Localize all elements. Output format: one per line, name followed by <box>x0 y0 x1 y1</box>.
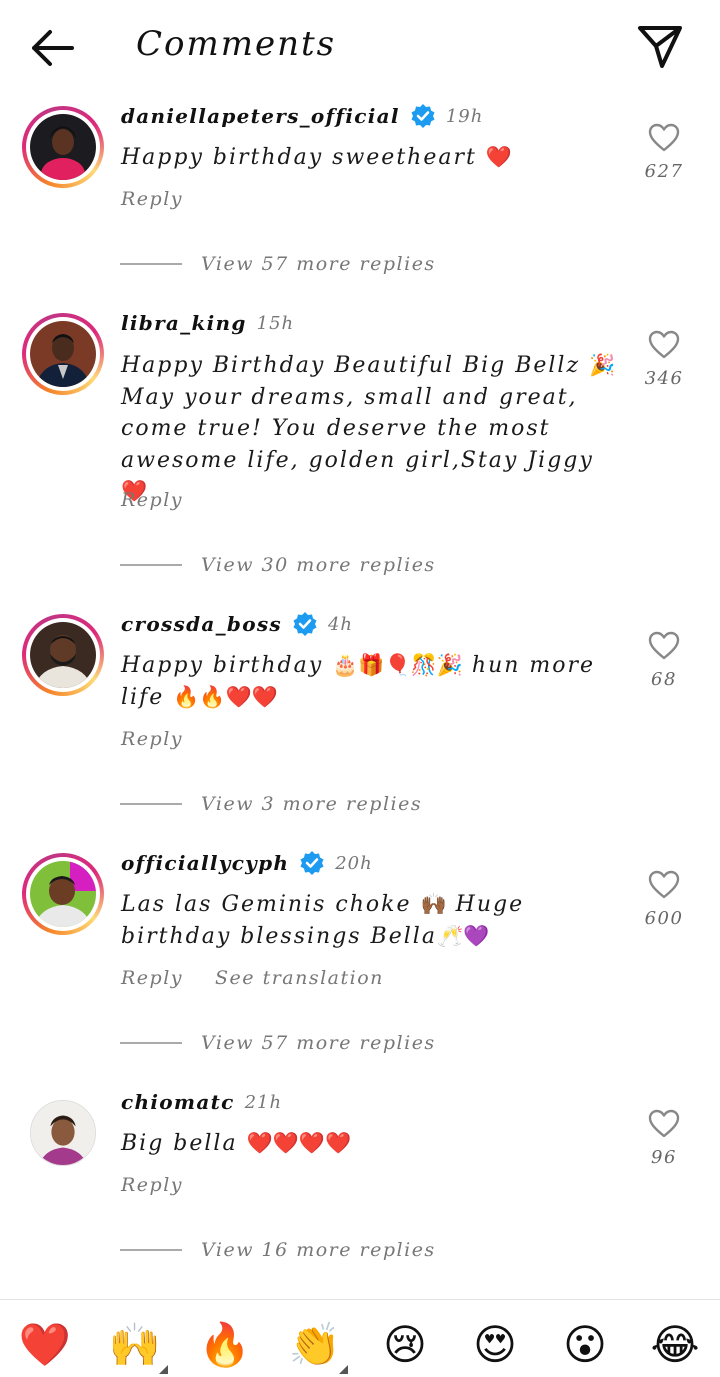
clapping-hands-emoji-button[interactable]: 👏 <box>288 1318 348 1374</box>
avatar-image <box>30 622 96 688</box>
comment-text: Happy Birthday Beautiful Big Bellz 🎉May … <box>121 353 616 503</box>
like-count: 68 <box>651 669 677 690</box>
comment-meta: crossda_boss 4h <box>121 610 353 638</box>
reply-button[interactable]: Reply <box>121 188 183 210</box>
like-section: 346 <box>643 330 685 389</box>
avatar-image <box>30 861 96 927</box>
header: Comments <box>0 0 720 96</box>
comment-meta: chiomatc 21h <box>121 1088 282 1116</box>
paper-plane-icon[interactable] <box>636 24 684 70</box>
reply-button[interactable]: Reply <box>121 967 183 989</box>
username[interactable]: libra_king <box>121 311 247 335</box>
comment-actions: Reply See translation <box>121 967 384 989</box>
view-replies-button[interactable]: View 3 more replies <box>120 793 422 815</box>
reply-button[interactable]: Reply <box>121 489 183 511</box>
comment-meta: libra_king 15h <box>121 309 294 337</box>
view-replies-button[interactable]: View 30 more replies <box>120 554 436 576</box>
heart-eyes-emoji-button[interactable]: 😍 <box>468 1318 522 1372</box>
comment-time: 15h <box>256 312 295 334</box>
crying-face-emoji-button[interactable]: 😢 <box>378 1318 432 1372</box>
verified-badge-icon <box>411 104 435 128</box>
reply-button[interactable]: Reply <box>121 1174 183 1196</box>
heart-outline-icon[interactable] <box>648 1109 680 1139</box>
back-arrow-icon[interactable] <box>26 26 78 70</box>
comment-meta: officiallycyph 20h <box>121 849 373 877</box>
raising-hands-emoji-button[interactable]: 🙌 <box>108 1318 168 1374</box>
like-section: 600 <box>643 870 685 929</box>
emoji-reaction-bar: ❤️ 🙌 🔥 👏 😢 😍 😮 😂 <box>0 1299 720 1377</box>
avatar[interactable] <box>22 853 104 935</box>
tears-of-joy-emoji-button[interactable]: 😂 <box>648 1318 702 1372</box>
username[interactable]: officiallycyph <box>121 851 289 875</box>
comment-text: Big bella ❤️❤️❤️❤️ <box>121 1131 352 1156</box>
like-count: 627 <box>644 161 684 182</box>
comment-actions: Reply <box>121 1174 183 1196</box>
comment-actions: Reply <box>121 489 183 511</box>
see-translation-button[interactable]: See translation <box>215 967 384 989</box>
verified-badge-icon <box>293 612 317 636</box>
like-section: 68 <box>643 631 685 690</box>
avatar-image <box>30 1100 96 1166</box>
view-replies-button[interactable]: View 57 more replies <box>120 253 436 275</box>
heart-outline-icon[interactable] <box>648 870 680 900</box>
like-section: 96 <box>643 1109 685 1168</box>
page-title: Comments <box>136 24 337 64</box>
comment-text: Happy birthday 🎂🎁🎈🎊🎉 hun more life 🔥🔥❤️❤… <box>121 653 596 710</box>
comment-time: 4h <box>327 613 354 635</box>
like-count: 96 <box>651 1147 677 1168</box>
username[interactable]: chiomatc <box>121 1090 235 1114</box>
comment-actions: Reply <box>121 728 183 750</box>
comment-actions: Reply <box>121 188 183 210</box>
avatar[interactable] <box>22 313 104 395</box>
comment-text: Las las Geminis choke 🙌🏾 Huge birthday b… <box>121 892 525 949</box>
view-replies-button[interactable]: View 16 more replies <box>120 1239 436 1261</box>
view-replies-button[interactable]: View 57 more replies <box>120 1032 436 1054</box>
avatar-image <box>30 321 96 387</box>
red-heart-emoji-button[interactable]: ❤️ <box>18 1318 72 1372</box>
avatar[interactable] <box>22 106 104 188</box>
like-count: 600 <box>644 908 684 929</box>
fire-emoji-button[interactable]: 🔥 <box>198 1318 252 1372</box>
avatar[interactable] <box>22 614 104 696</box>
comment-time: 19h <box>445 105 484 127</box>
heart-outline-icon[interactable] <box>648 631 680 661</box>
username[interactable]: daniellapeters_official <box>121 104 400 128</box>
like-count: 346 <box>644 368 684 389</box>
comment-time: 21h <box>244 1091 283 1113</box>
comment-meta: daniellapeters_official 19h <box>121 102 483 130</box>
comment-time: 20h <box>335 852 373 874</box>
avatar-image <box>30 114 96 180</box>
username[interactable]: crossda_boss <box>121 612 282 636</box>
heart-outline-icon[interactable] <box>648 330 680 360</box>
avatar[interactable] <box>22 1092 104 1174</box>
astonished-face-emoji-button[interactable]: 😮 <box>558 1318 612 1372</box>
heart-outline-icon[interactable] <box>648 123 680 153</box>
verified-badge-icon <box>300 851 324 875</box>
comment-text: Happy birthday sweetheart ❤️ <box>121 145 512 170</box>
reply-button[interactable]: Reply <box>121 728 183 750</box>
like-section: 627 <box>643 123 685 182</box>
